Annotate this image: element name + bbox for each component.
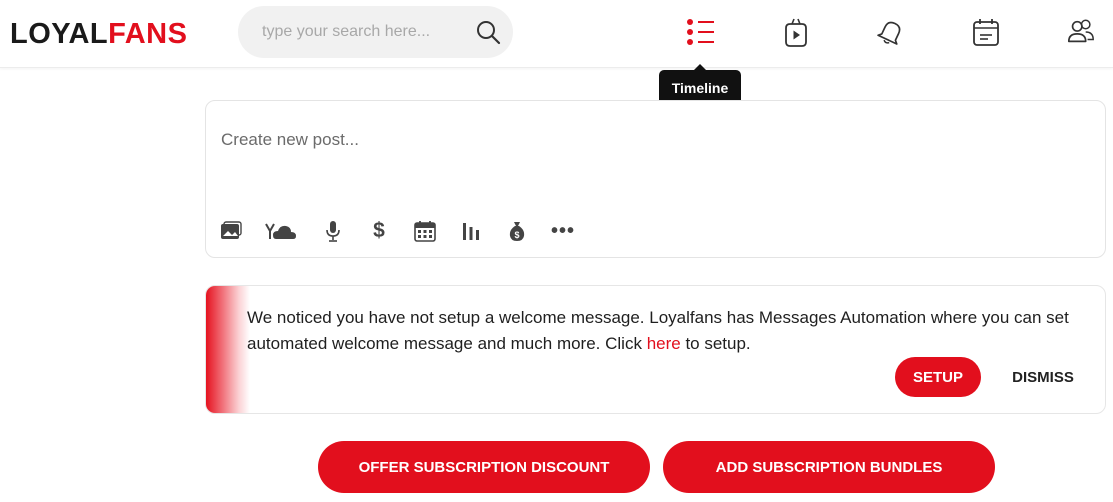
composer-toolbar: $ $ ••• [219,218,597,244]
users-icon [1067,19,1094,43]
add-subscription-bundles-button[interactable]: ADD SUBSCRIPTION BUNDLES [663,441,995,493]
add-poll-button[interactable] [459,219,483,243]
bell-icon [877,21,901,45]
nav-notifications-button[interactable] [876,16,906,48]
composer-placeholder[interactable]: Create new post... [221,130,359,150]
loyalfans-logo[interactable]: LOYAL FANS [10,14,187,54]
notice-here-link[interactable]: here [647,334,681,353]
fundraising-button[interactable]: $ [505,219,529,243]
nav-timeline-button[interactable] [686,16,716,48]
set-price-button[interactable]: $ [367,219,391,243]
record-audio-button[interactable] [321,219,345,243]
welcome-message-notice: We noticed you have not setup a welcome … [205,285,1106,414]
logo-text-loyal: LOYAL [10,17,109,50]
microphone-icon [326,221,340,242]
post-composer[interactable]: Create new post... $ $ ••• [205,100,1106,258]
more-options-button[interactable]: ••• [551,219,575,243]
top-header: LOYAL FANS [0,0,1113,68]
notice-text: We noticed you have not setup a welcome … [247,305,1092,357]
image-icon [221,221,242,239]
search-bar [238,6,513,58]
schedule-post-button[interactable] [413,219,437,243]
add-image-button[interactable] [219,219,243,243]
nav-videos-button[interactable] [781,16,811,48]
more-icon: ••• [551,220,576,242]
svg-text:$: $ [514,230,519,240]
dismiss-button[interactable]: DISMISS [1003,357,1083,397]
calendar-icon [414,221,436,242]
video-bag-icon [785,18,807,47]
setup-button[interactable]: SETUP [895,357,981,397]
poll-icon [463,223,479,240]
timeline-list-icon [687,19,714,45]
nav-calendar-button[interactable] [971,16,1001,48]
notice-text-after: to setup. [680,334,751,353]
vault-upload-button[interactable] [265,219,299,243]
dollar-icon: $ [373,219,385,242]
money-bag-icon: $ [509,222,525,241]
notice-accent-stripe [206,286,250,413]
offer-subscription-discount-button[interactable]: OFFER SUBSCRIPTION DISCOUNT [318,441,650,493]
cloud-icon [265,223,296,239]
search-icon[interactable] [475,19,501,45]
calendar-icon [973,19,999,46]
logo-text-fans: FANS [108,17,188,50]
nav-users-button[interactable] [1066,16,1096,48]
search-input[interactable] [262,23,462,41]
